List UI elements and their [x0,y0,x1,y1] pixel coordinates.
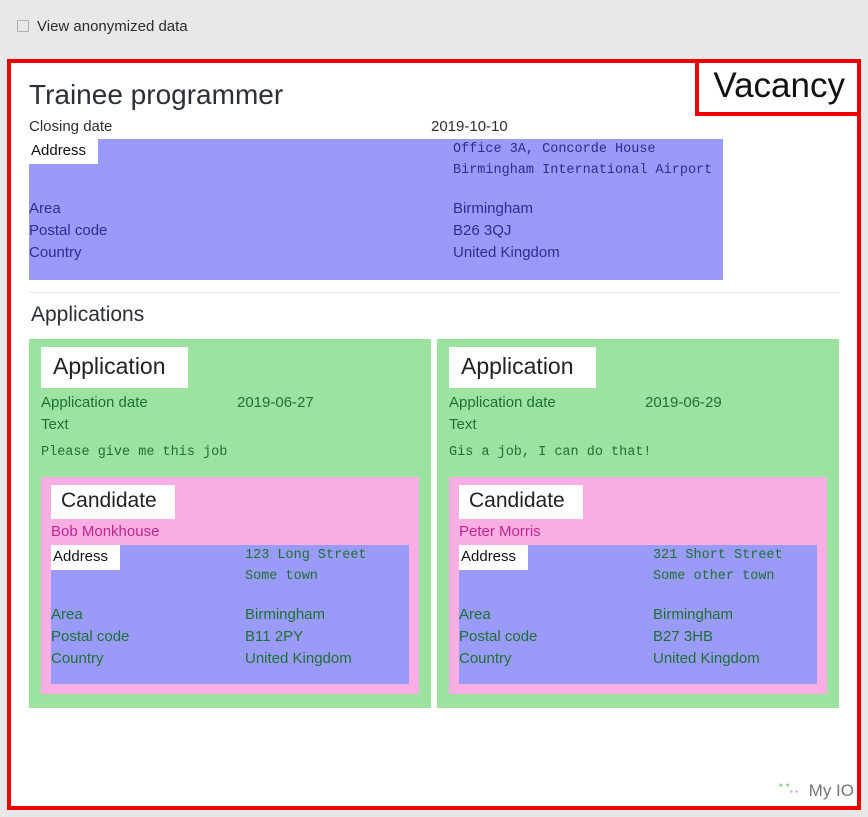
vacancy-area-row: Area Birmingham [29,198,723,220]
candidate-name: Bob Monkhouse [51,523,160,541]
vacancy-address-section-label: Address [29,139,99,165]
candidate-country-row: Country United Kingdom [459,648,817,670]
application-type-tag: Application [449,347,596,389]
vacancy-postal-code-value: B26 3QJ [453,222,512,240]
checkbox-icon[interactable] [17,20,29,32]
candidate-address-section-label: Address [459,545,529,571]
candidate-address-section-label: Address [51,545,121,571]
candidate-postal-code-value: B11 2PY [245,628,304,646]
candidate-area-row: Area Birmingham [459,604,817,626]
candidate-country-value: United Kingdom [653,650,760,668]
candidate-area-label: Area [459,606,491,624]
candidate-postal-code-row: Postal code B11 2PY [51,626,409,648]
section-divider [29,292,839,294]
candidate-type-tag: Candidate [51,485,175,520]
candidate-address-label-wrap: Address [51,545,245,572]
vacancy-address-header-row: Address Office 3A, Concorde House Birmin… [29,139,723,181]
applications-list: Application Application date 2019-06-27 … [29,339,839,709]
candidate-postal-code-label: Postal code [51,628,130,646]
application-text-value: Please give me this job [41,445,228,461]
closing-date-row: Closing date 2019-10-10 [29,116,839,139]
candidate-address-label-wrap: Address [459,545,653,572]
candidate-country-label: Country [459,650,512,668]
candidate-postal-code-label: Postal code [459,628,538,646]
application-date-value: 2019-06-29 [645,394,722,412]
candidate-address-street: 123 Long Street Some town [245,545,409,587]
application-text-value: Gis a job, I can do that! [449,445,652,461]
vacancy-country-value: United Kingdom [453,244,560,262]
vacancy-country-label: Country [29,244,82,262]
candidate-card[interactable]: Candidate Bob Monkhouse Address 123 Long… [41,477,419,695]
vacancy-area-label: Area [29,200,61,218]
candidate-card[interactable]: Candidate Peter Morris Address 321 Short… [449,477,827,695]
application-text-label: Text [449,416,477,434]
candidate-area-label: Area [51,606,83,624]
vacancy-type-tag: Vacancy [695,59,861,117]
vacancy-address-block: Address Office 3A, Concorde House Birmin… [29,139,723,281]
vacancy-area-value: Birmingham [453,200,534,218]
vacancy-postal-code-row: Postal code B26 3QJ [29,220,723,242]
application-date-row: Application date 2019-06-27 [41,392,419,414]
candidate-country-value: United Kingdom [245,650,352,668]
application-date-label: Application date [41,394,148,412]
closing-date-label: Closing date [29,118,113,136]
application-text-label-row: Text [41,414,419,436]
vacancy-type-tag-label: Vacancy [713,66,845,105]
candidate-area-row: Area Birmingham [51,604,409,626]
anonymize-checkbox-label: View anonymized data [37,17,188,35]
candidate-country-row: Country United Kingdom [51,648,409,670]
vacancy-country-row: Country United Kingdom [29,242,723,264]
application-date-value: 2019-06-27 [237,394,314,412]
candidate-address-street-line-1: 123 Long Street [245,548,367,564]
vacancy-address-street-line-2: Birmingham International Airport [453,163,713,179]
toolbar: View anonymized data [0,0,868,52]
candidate-name: Peter Morris [459,523,541,541]
candidate-area-value: Birmingham [245,606,326,624]
application-date-row: Application date 2019-06-29 [449,392,827,414]
candidate-address-block: Address 123 Long Street Some town Area B… [51,545,409,685]
application-type-tag: Application [41,347,188,389]
application-card[interactable]: Application Application date 2019-06-29 … [437,339,839,709]
candidate-postal-code-value: B27 3HB [653,628,714,646]
application-card[interactable]: Application Application date 2019-06-27 … [29,339,431,709]
candidate-address-block: Address 321 Short Street Some other town… [459,545,817,685]
anonymize-checkbox-row[interactable]: View anonymized data [17,19,188,34]
candidate-country-label: Country [51,650,104,668]
application-text-label-row: Text [449,414,827,436]
candidate-type-tag: Candidate [459,485,583,520]
candidate-postal-code-row: Postal code B27 3HB [459,626,817,648]
candidate-address-street: 321 Short Street Some other town [653,545,817,587]
vacancy-address-street: Office 3A, Concorde House Birmingham Int… [453,139,723,181]
candidate-address-street-line-1: 321 Short Street [653,548,783,564]
candidate-address-header-row: Address 123 Long Street Some town [51,545,409,587]
candidate-address-street-line-2: Some other town [653,569,775,585]
vacancy-address-street-line-1: Office 3A, Concorde House [453,142,656,158]
candidate-address-header-row: Address 321 Short Street Some other town [459,545,817,587]
vacancy-panel: Vacancy Trainee programmer Closing date … [7,59,861,810]
vacancy-postal-code-label: Postal code [29,222,108,240]
candidate-area-value: Birmingham [653,606,734,624]
applications-section-title: Applications [31,303,145,327]
closing-date-value: 2019-10-10 [431,118,508,136]
application-text-label: Text [41,416,69,434]
candidate-address-street-line-2: Some town [245,569,318,585]
vacancy-address-label-wrap: Address [29,139,453,166]
application-date-label: Application date [449,394,556,412]
